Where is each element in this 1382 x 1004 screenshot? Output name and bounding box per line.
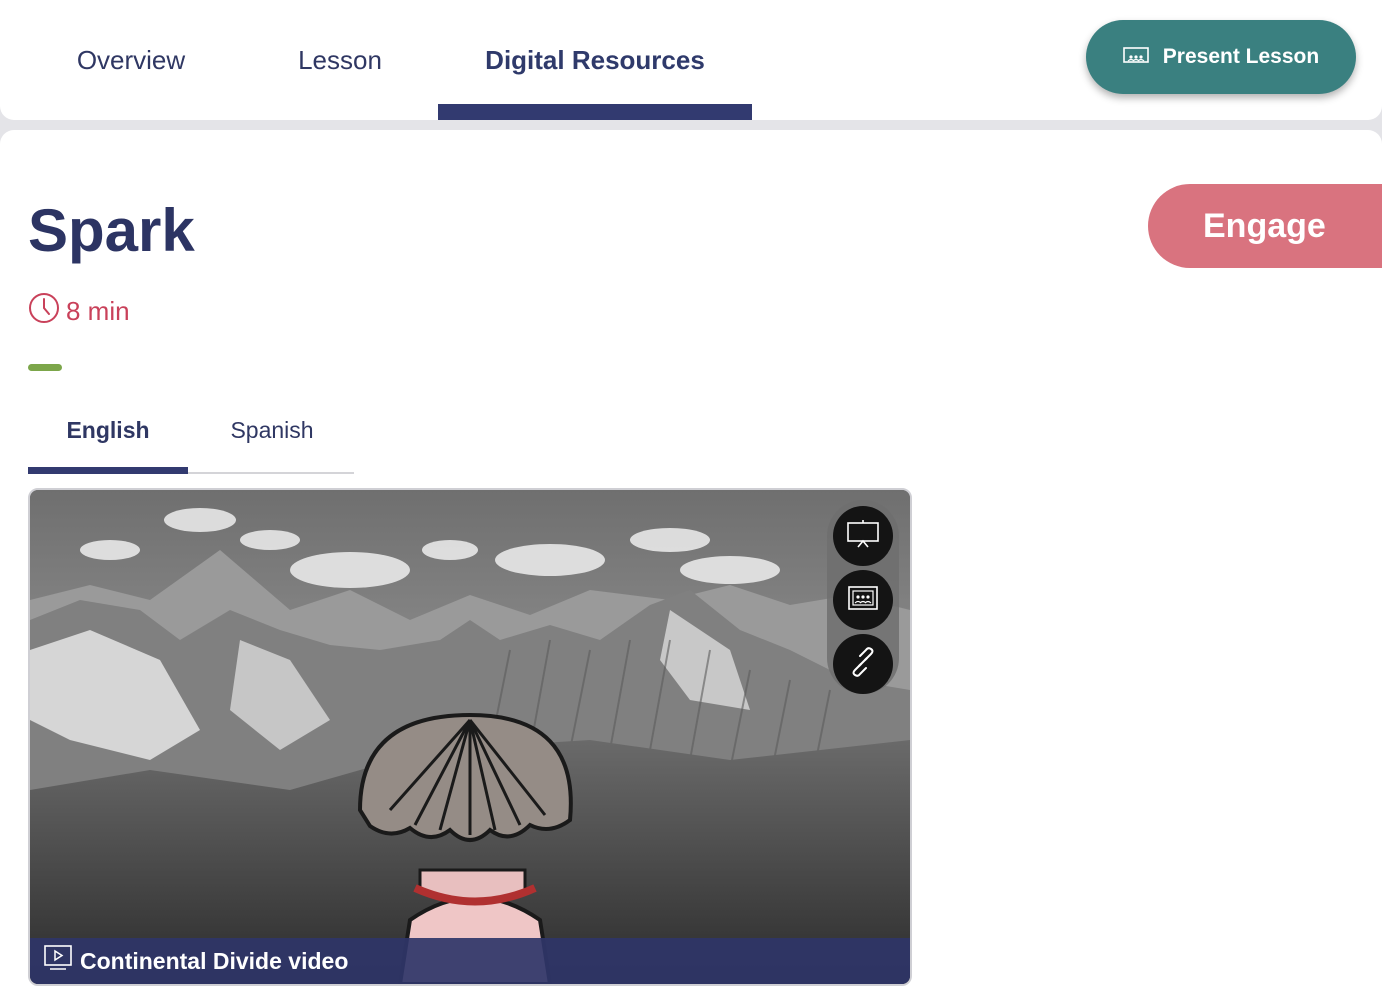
video-toolbar — [827, 500, 899, 694]
classroom-display-icon — [848, 585, 878, 615]
tab-overview[interactable]: Overview — [40, 0, 222, 120]
presentation-screen-icon — [1122, 47, 1149, 67]
tab-spanish[interactable]: Spanish — [192, 400, 352, 460]
present-lesson-button[interactable]: Present Lesson — [1086, 20, 1356, 94]
tab-lesson[interactable]: Lesson — [250, 0, 430, 120]
copy-link-button[interactable] — [833, 634, 893, 694]
active-language-indicator — [28, 467, 188, 474]
video-caption-bar[interactable]: Continental Divide video — [30, 938, 910, 984]
page-title: Spark — [28, 197, 195, 264]
top-nav: Overview Lesson Digital Resources Presen… — [0, 0, 1382, 120]
tab-digital-resources[interactable]: Digital Resources — [438, 0, 752, 120]
tab-english[interactable]: English — [28, 400, 188, 460]
phase-badge: Engage — [1148, 184, 1382, 268]
accent-divider — [28, 364, 62, 371]
duration: 8 min — [28, 292, 130, 331]
active-tab-indicator — [438, 104, 752, 120]
clock-icon — [28, 292, 60, 331]
projector-screen-icon — [846, 519, 880, 554]
video-title: Continental Divide video — [80, 947, 349, 974]
phase-badge-label: Engage — [1203, 206, 1326, 245]
link-icon — [847, 646, 879, 683]
language-tabs: English Spanish — [28, 400, 354, 474]
video-thumbnail — [30, 490, 910, 984]
video-player[interactable]: Continental Divide video — [28, 488, 912, 986]
present-video-button[interactable] — [833, 506, 893, 566]
present-lesson-label: Present Lesson — [1162, 45, 1320, 68]
duration-text: 8 min — [66, 296, 130, 326]
classroom-display-button[interactable] — [833, 570, 893, 630]
video-play-icon — [44, 945, 72, 977]
main-content: Spark Engage 8 min English Spanish Conti… — [0, 130, 1382, 1004]
